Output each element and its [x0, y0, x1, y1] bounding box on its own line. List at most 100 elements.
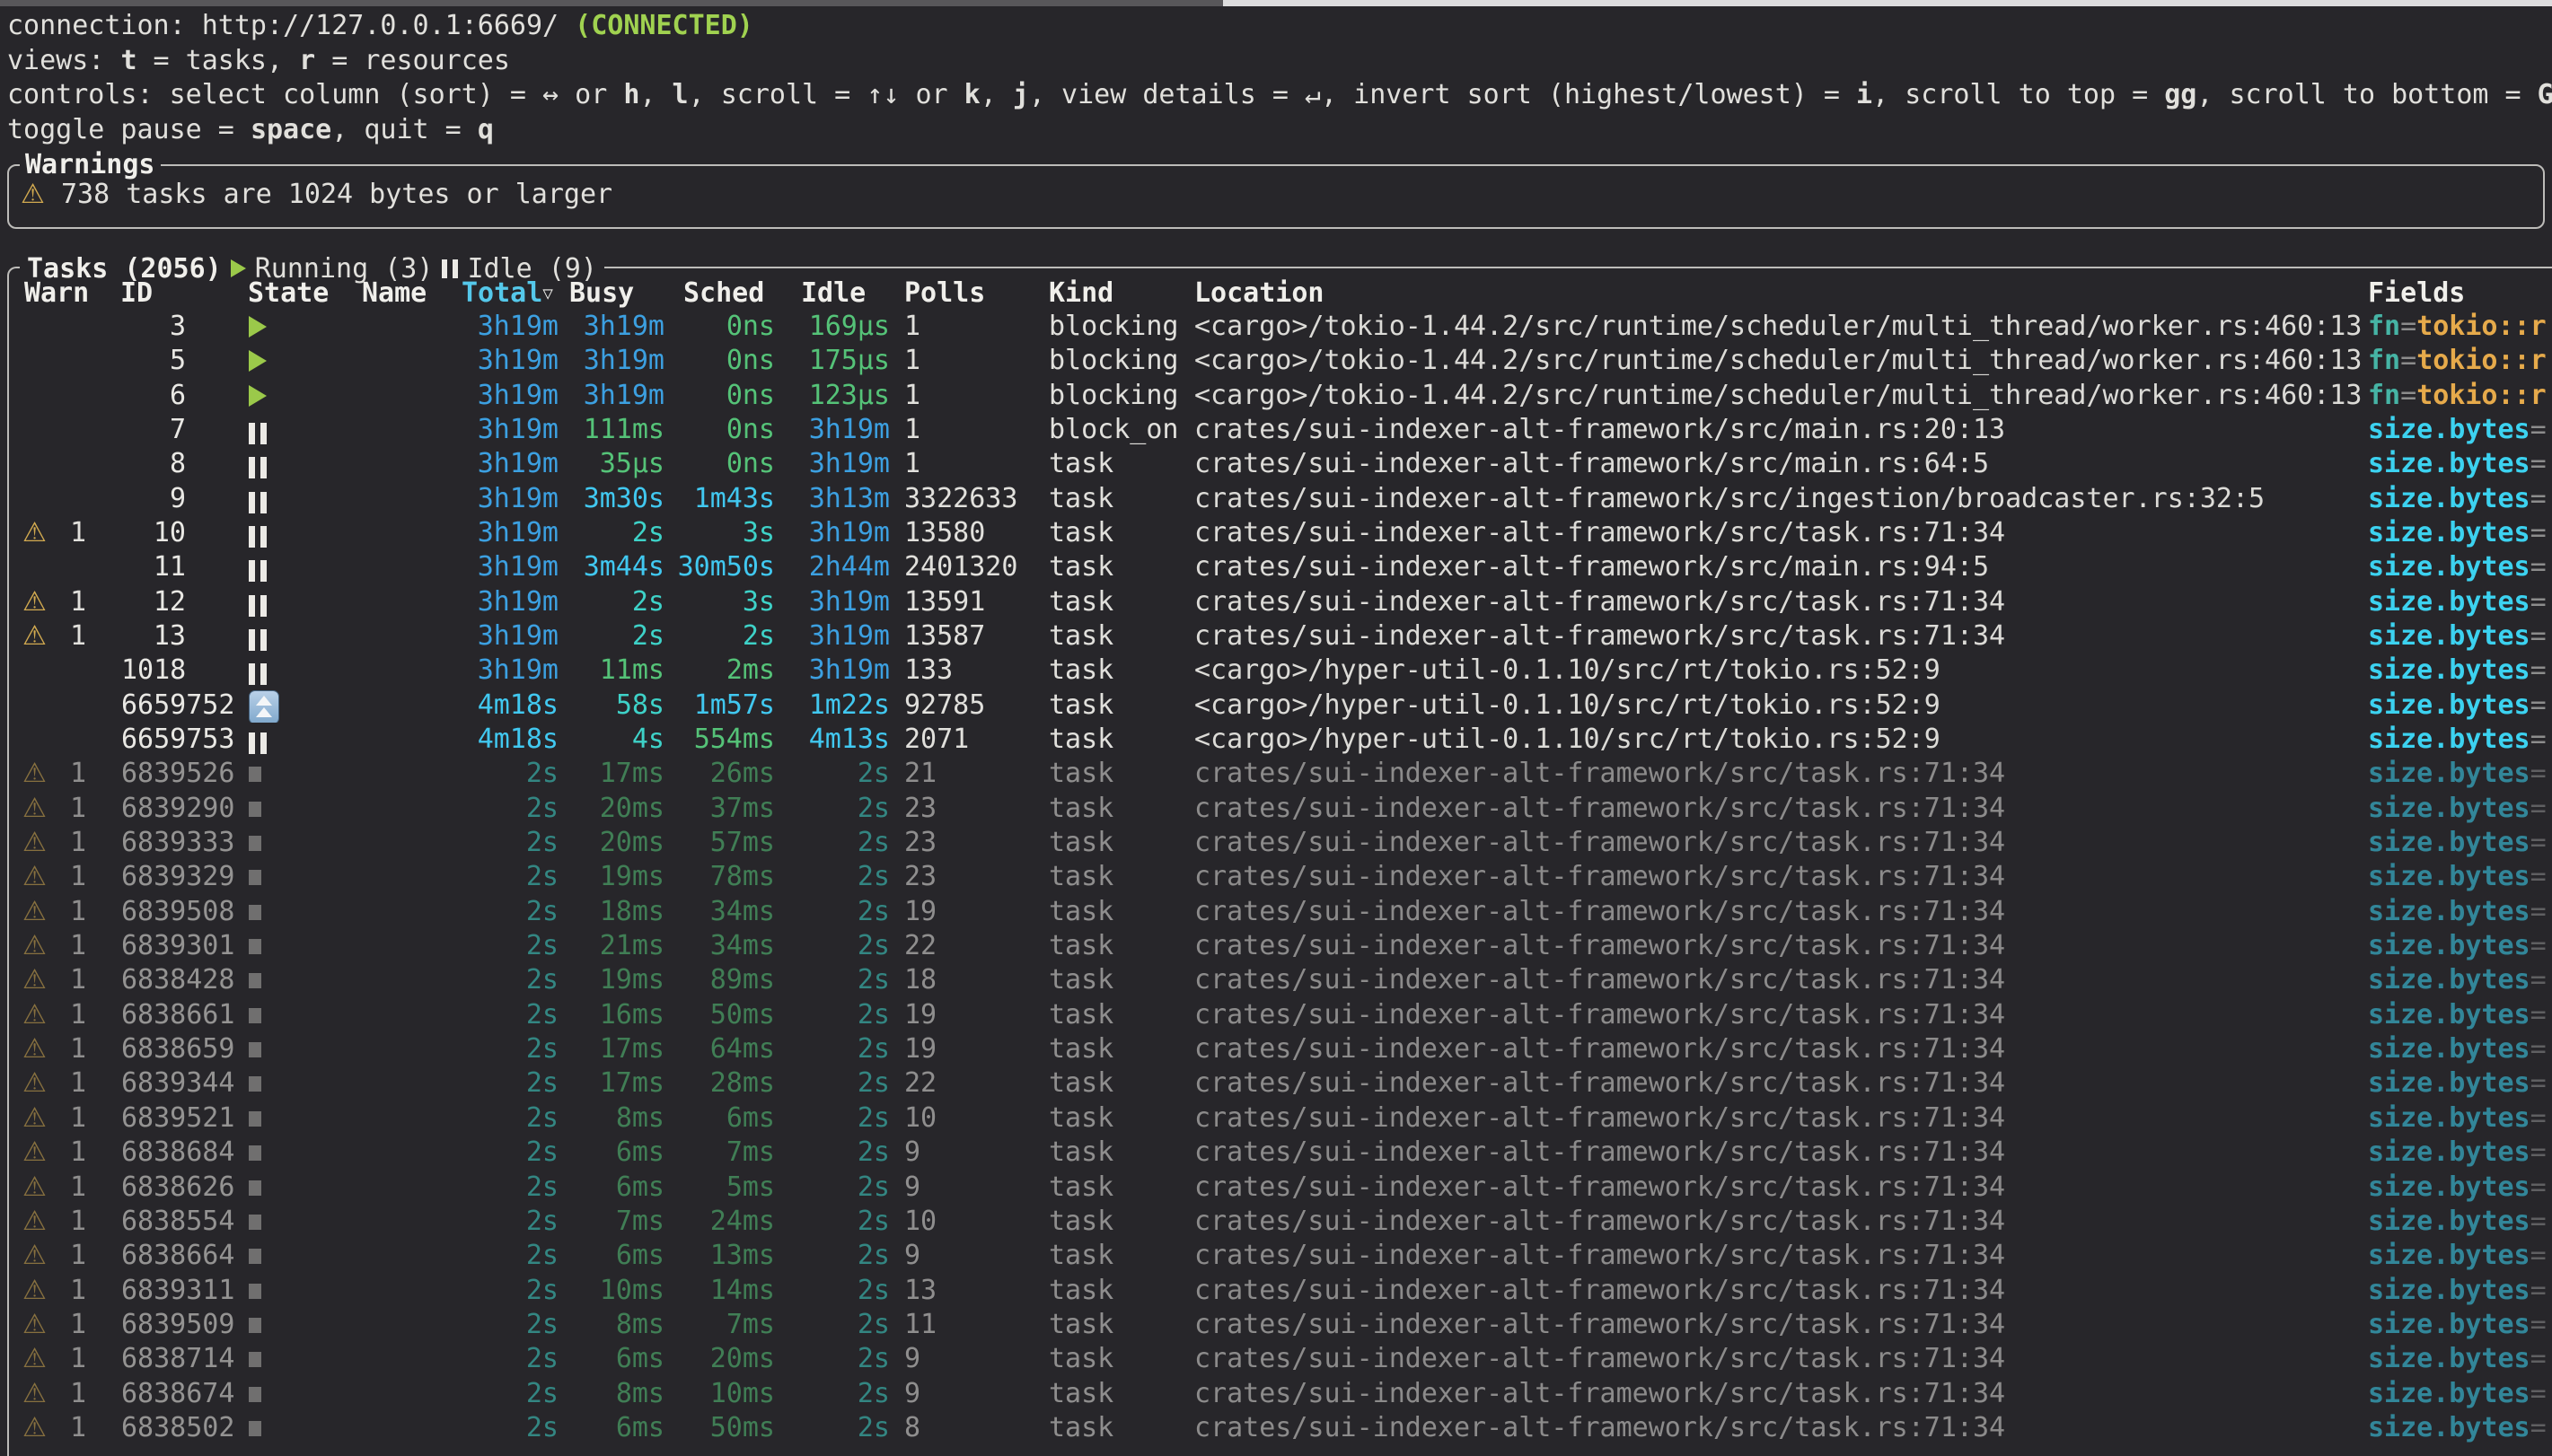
field-equals: =	[2530, 551, 2547, 583]
table-row[interactable]: ⚠168393332s20ms57ms2s23taskcrates/sui-in…	[0, 826, 2552, 860]
task-id: 3	[121, 310, 186, 344]
busy-duration: 8ms	[557, 1101, 664, 1136]
column-header-state[interactable]: State	[248, 276, 329, 311]
task-location: crates/sui-indexer-alt-framework/src/tas…	[1194, 516, 2005, 550]
column-header-idle[interactable]: Idle	[801, 276, 866, 311]
total-duration: 3h19m	[386, 653, 559, 688]
row-warning-count: 1	[70, 1101, 86, 1136]
polls-count: 8	[904, 1411, 920, 1445]
busy-duration: 17ms	[557, 1066, 664, 1101]
field-equals: =	[2530, 1412, 2547, 1443]
row-warning-count: 1	[70, 792, 86, 826]
table-row[interactable]: 33h19m3h19m0ns169µs1blocking<cargo>/toki…	[0, 310, 2552, 344]
table-row[interactable]: ⚠168385022s6ms50ms2s8taskcrates/sui-inde…	[0, 1411, 2552, 1445]
table-row[interactable]: ⚠168395092s8ms7ms2s11taskcrates/sui-inde…	[0, 1308, 2552, 1342]
table-row[interactable]: 113h19m3m44s30m50s2h44m2401320taskcrates…	[0, 550, 2552, 584]
task-kind: task	[1049, 550, 1113, 584]
table-row[interactable]: ⚠168393012s21ms34ms2s22taskcrates/sui-in…	[0, 929, 2552, 963]
total-duration: 2s	[386, 1066, 559, 1101]
table-row[interactable]: 83h19m35µs0ns3h19m1taskcrates/sui-indexe…	[0, 447, 2552, 481]
column-header-warn[interactable]: Warn	[24, 276, 89, 311]
table-row[interactable]: ⚠168386642s6ms13ms2s9taskcrates/sui-inde…	[0, 1239, 2552, 1273]
row-warning-icon: ⚠	[22, 1136, 47, 1170]
total-duration: 3h19m	[386, 482, 559, 516]
field-name: size.bytes	[2368, 758, 2530, 789]
column-header-polls[interactable]: Polls	[904, 276, 985, 311]
polls-count: 11	[904, 1308, 937, 1342]
task-fields: size.bytes=	[2368, 963, 2547, 997]
column-header-sched[interactable]: Sched	[683, 276, 764, 311]
table-row[interactable]: 10183h19m11ms2ms3h19m133task<cargo>/hype…	[0, 653, 2552, 688]
table-row[interactable]: 63h19m3h19m0ns123µs1blocking<cargo>/toki…	[0, 379, 2552, 413]
sched-duration: 24ms	[660, 1205, 775, 1239]
task-kind: blocking	[1049, 310, 1179, 344]
column-header-name[interactable]: Name	[362, 276, 427, 311]
table-row[interactable]: ⚠168385542s7ms24ms2s10taskcrates/sui-ind…	[0, 1205, 2552, 1239]
total-duration: 3h19m	[386, 379, 559, 413]
table-row[interactable]: ⚠168386742s8ms10ms2s9taskcrates/sui-inde…	[0, 1377, 2552, 1411]
task-fields: size.bytes=	[2368, 860, 2547, 894]
row-warning-icon: ⚠	[22, 963, 47, 997]
column-header-total[interactable]: Total▽	[462, 276, 542, 311]
task-kind: task	[1049, 963, 1113, 997]
task-kind: blocking	[1049, 344, 1179, 378]
table-row[interactable]: ⚠168386842s6ms7ms2s9taskcrates/sui-index…	[0, 1136, 2552, 1170]
polls-count: 13591	[904, 585, 985, 619]
busy-duration: 8ms	[557, 1308, 664, 1342]
task-fields: size.bytes=	[2368, 482, 2547, 516]
row-warning-icon: ⚠	[22, 998, 47, 1032]
task-fields: fn=tokio::r	[2368, 379, 2547, 413]
table-row[interactable]: ⚠168386612s16ms50ms2s19taskcrates/sui-in…	[0, 998, 2552, 1032]
table-row[interactable]: ⚠168393292s19ms78ms2s23taskcrates/sui-in…	[0, 860, 2552, 894]
table-row[interactable]: 53h19m3h19m0ns175µs1blocking<cargo>/toki…	[0, 344, 2552, 378]
sched-duration: 554ms	[660, 723, 775, 757]
task-location: crates/sui-indexer-alt-framework/src/tas…	[1194, 998, 2005, 1032]
task-kind: task	[1049, 447, 1113, 481]
table-row[interactable]: ⚠168387142s6ms20ms2s9taskcrates/sui-inde…	[0, 1342, 2552, 1376]
task-id: 6659752	[121, 689, 234, 723]
table-row[interactable]: ⚠168386592s17ms64ms2s19taskcrates/sui-in…	[0, 1032, 2552, 1066]
field-equals: =	[2530, 586, 2547, 618]
column-header-location[interactable]: Location	[1194, 276, 1324, 311]
table-row[interactable]: ⚠1103h19m2s3s3h19m13580taskcrates/sui-in…	[0, 516, 2552, 550]
task-kind: task	[1049, 1136, 1113, 1170]
task-location: crates/sui-indexer-alt-framework/src/tas…	[1194, 1171, 2005, 1205]
task-location: crates/sui-indexer-alt-framework/src/tas…	[1194, 1239, 2005, 1273]
total-duration: 2s	[386, 1101, 559, 1136]
table-row[interactable]: ⚠168395262s17ms26ms2s21taskcrates/sui-in…	[0, 757, 2552, 791]
table-row[interactable]: 73h19m111ms0ns3h19m1block_oncrates/sui-i…	[0, 413, 2552, 447]
row-warning-icon: ⚠	[22, 1411, 47, 1445]
sched-duration: 14ms	[660, 1274, 775, 1308]
task-kind: task	[1049, 1274, 1113, 1308]
task-location: <cargo>/hyper-util-0.1.10/src/rt/tokio.r…	[1194, 723, 1940, 757]
table-row[interactable]: ⚠168384282s19ms89ms2s18taskcrates/sui-in…	[0, 963, 2552, 997]
field-name: size.bytes	[2368, 620, 2530, 652]
table-row[interactable]: ⚠168393442s17ms28ms2s22taskcrates/sui-in…	[0, 1066, 2552, 1101]
task-id: 6839509	[121, 1308, 234, 1342]
column-header-busy[interactable]: Busy	[569, 276, 634, 311]
table-row[interactable]: ⚠168386262s6ms5ms2s9taskcrates/sui-index…	[0, 1171, 2552, 1205]
table-row[interactable]: ⚠1133h19m2s2s3h19m13587taskcrates/sui-in…	[0, 619, 2552, 653]
row-warning-count: 1	[70, 516, 86, 550]
field-equals: =	[2530, 483, 2547, 514]
table-row[interactable]: ⚠168392902s20ms37ms2s23taskcrates/sui-in…	[0, 792, 2552, 826]
table-row[interactable]: 93h19m3m30s1m43s3h13m3322633taskcrates/s…	[0, 482, 2552, 516]
table-row[interactable]: 66597524m18s58s1m57s1m22s92785task<cargo…	[0, 689, 2552, 723]
field-name: size.bytes	[2368, 1343, 2530, 1374]
sched-duration: 34ms	[660, 895, 775, 929]
task-fields: size.bytes=	[2368, 1136, 2547, 1170]
column-header-kind[interactable]: Kind	[1049, 276, 1113, 311]
table-row[interactable]: ⚠168395082s18ms34ms2s19taskcrates/sui-in…	[0, 895, 2552, 929]
table-row[interactable]: ⚠168395212s8ms6ms2s10taskcrates/sui-inde…	[0, 1101, 2552, 1136]
task-id: 6839333	[121, 826, 234, 860]
column-header-id[interactable]: ID	[120, 276, 153, 311]
table-row[interactable]: ⚠1123h19m2s3s3h19m13591taskcrates/sui-in…	[0, 585, 2552, 619]
console-header: connection: http://127.0.0.1:6669/ (CONN…	[7, 9, 2552, 147]
table-row[interactable]: ⚠168393112s10ms14ms2s13taskcrates/sui-in…	[0, 1274, 2552, 1308]
column-header-fields[interactable]: Fields	[2368, 276, 2465, 311]
idle-duration: 3h13m	[777, 482, 890, 516]
polls-count: 23	[904, 860, 937, 894]
idle-duration: 2s	[777, 1239, 890, 1273]
field-name: size.bytes	[2368, 551, 2530, 583]
table-row[interactable]: 66597534m18s4s554ms4m13s2071task<cargo>/…	[0, 723, 2552, 757]
